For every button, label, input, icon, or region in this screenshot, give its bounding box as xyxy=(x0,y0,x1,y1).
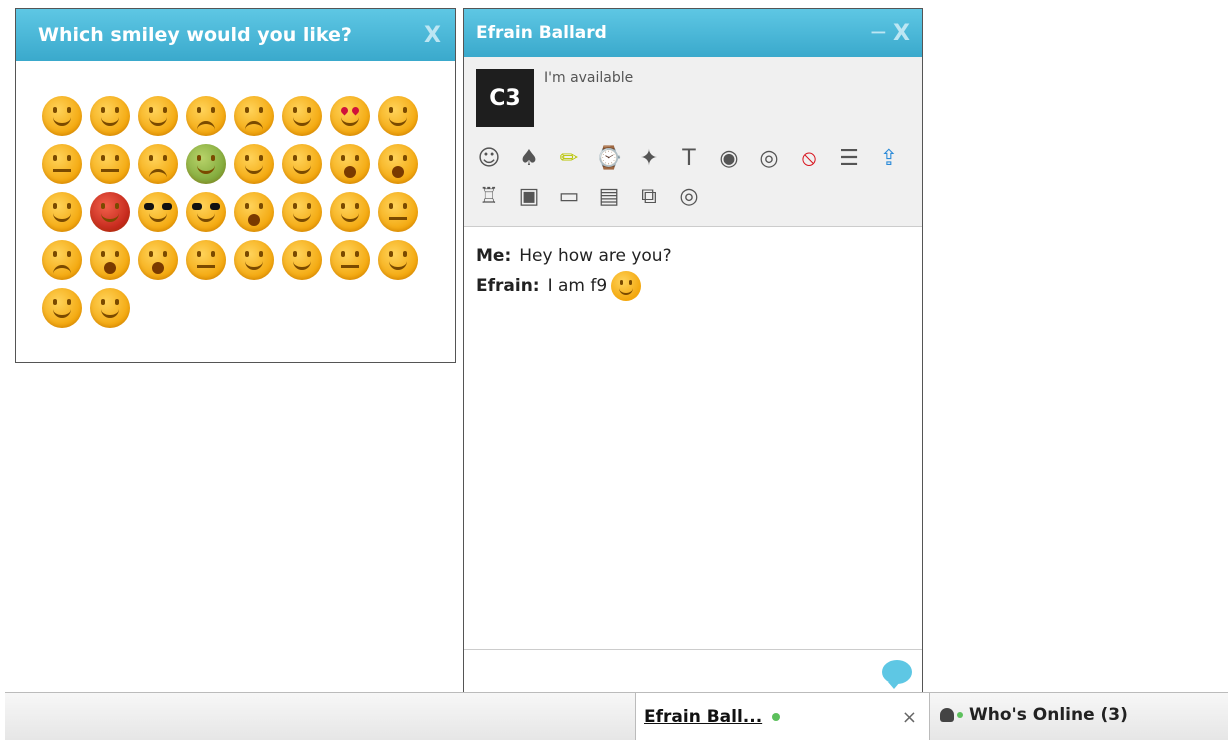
kiss-smiley-icon[interactable] xyxy=(378,96,418,136)
message-text: Hey how are you? xyxy=(519,246,672,266)
message-list: Me: Hey how are you? Efrain: I am f9 xyxy=(476,241,672,301)
happy-smiley-icon[interactable] xyxy=(282,192,322,232)
wink-smiley-icon[interactable] xyxy=(330,192,370,232)
avatar: C3 xyxy=(476,69,534,127)
chat-tab[interactable]: Efrain Ball... × xyxy=(635,693,930,740)
castle-icon[interactable]: ♖ xyxy=(474,181,504,211)
close-icon[interactable]: X xyxy=(424,23,441,48)
meh-smiley-icon[interactable] xyxy=(186,240,226,280)
send-bubble-icon[interactable] xyxy=(882,660,912,689)
bottom-bar: Efrain Ball... × Who's Online (3) xyxy=(5,692,1228,740)
whiteboard-icon[interactable]: ▤ xyxy=(594,181,624,211)
smiley-icon xyxy=(611,271,642,301)
chat-tab-label[interactable]: Efrain Ball... xyxy=(644,707,762,727)
message: Efrain: I am f9 xyxy=(476,271,672,301)
chat-window: Efrain Ballard ─ X C3 I'm available ☺ ♠ ✏ ⌚… xyxy=(463,8,923,696)
smile-smiley-icon[interactable] xyxy=(90,96,130,136)
message-input[interactable] xyxy=(464,649,922,695)
cool-smiley-icon[interactable] xyxy=(138,192,178,232)
smiley-picker-window: Which smiley would you like? X xyxy=(15,8,456,363)
message-sender: Efrain: xyxy=(476,276,540,296)
broadcast-icon[interactable]: ◎ xyxy=(674,181,704,211)
users-icon xyxy=(940,708,954,722)
whos-online-button[interactable]: Who's Online (3) xyxy=(940,705,1128,725)
close-icon[interactable]: X xyxy=(893,21,910,46)
clock-icon[interactable]: ⌚ xyxy=(594,143,624,173)
page: Which smiley would you like? X Efrain Ba… xyxy=(0,0,1228,740)
devil-smiley-icon[interactable] xyxy=(90,192,130,232)
smiley-icon[interactable]: ☺ xyxy=(474,143,504,173)
chat-title: Efrain Ballard xyxy=(476,23,607,43)
webcam-icon[interactable]: ◉ xyxy=(714,143,744,173)
text-format-icon[interactable]: T xyxy=(674,143,704,173)
smiley-picker-title: Which smiley would you like? xyxy=(38,24,352,46)
status-text: I'm available xyxy=(544,70,634,86)
whos-online-label: Who's Online (3) xyxy=(969,705,1128,725)
tongue-smiley-icon[interactable] xyxy=(282,240,322,280)
online-status-icon xyxy=(957,712,963,718)
sad-smiley-icon[interactable] xyxy=(186,96,226,136)
smile-smiley-icon[interactable] xyxy=(42,96,82,136)
laugh-smiley-icon[interactable] xyxy=(90,240,130,280)
worried-smiley-icon[interactable] xyxy=(42,240,82,280)
flat-smiley-icon[interactable] xyxy=(42,144,82,184)
message-sender: Me: xyxy=(476,246,512,266)
target-icon[interactable]: ◎ xyxy=(754,143,784,173)
evil-smiley-icon[interactable] xyxy=(90,288,130,328)
shocked-smiley-icon[interactable] xyxy=(378,144,418,184)
minimize-icon[interactable]: ─ xyxy=(872,21,885,46)
sleepy-smiley-icon[interactable] xyxy=(90,144,130,184)
dizzy-smiley-icon[interactable] xyxy=(378,240,418,280)
smiley-grid xyxy=(42,96,426,328)
close-icon[interactable]: × xyxy=(902,707,917,728)
blush-smiley-icon[interactable] xyxy=(42,288,82,328)
message-text: I am f9 xyxy=(547,276,608,296)
block-icon[interactable]: ⦸ xyxy=(794,143,824,173)
screen-icon[interactable]: ▭ xyxy=(554,181,584,211)
sweat-smiley-icon[interactable] xyxy=(234,240,274,280)
upload-icon[interactable]: ⇪ xyxy=(874,143,904,173)
message: Me: Hey how are you? xyxy=(476,241,672,271)
pencil-icon[interactable]: ✏ xyxy=(554,143,584,173)
smirk-smiley-icon[interactable] xyxy=(378,192,418,232)
cards-icon[interactable]: ♠ xyxy=(514,143,544,173)
online-status-icon xyxy=(772,713,781,721)
nerd-smiley-icon[interactable] xyxy=(186,192,226,232)
grin-smiley-icon[interactable] xyxy=(138,96,178,136)
cry-smiley-icon[interactable] xyxy=(234,96,274,136)
tongue-smiley-icon[interactable] xyxy=(282,96,322,136)
smiley-picker-titlebar: Which smiley would you like? X xyxy=(16,9,455,61)
documents-icon[interactable]: ⧉ xyxy=(634,181,664,211)
ooh-smiley-icon[interactable] xyxy=(138,240,178,280)
chat-toolbar: ☺ ♠ ✏ ⌚ ✦ T ◉ ◎ ⦸ ☰ ⇪ ♖ ▣ ▭ ▤ ⧉ ◎ xyxy=(474,143,904,211)
broom-icon[interactable]: ✦ xyxy=(634,143,664,173)
love-smiley-icon[interactable] xyxy=(330,96,370,136)
whistle-smiley-icon[interactable] xyxy=(234,192,274,232)
blush-smiley-icon[interactable] xyxy=(282,144,322,184)
zipped-smiley-icon[interactable] xyxy=(42,192,82,232)
angry-smiley-icon[interactable] xyxy=(234,144,274,184)
save-icon[interactable]: ▣ xyxy=(514,181,544,211)
chat-titlebar: Efrain Ballard ─ X xyxy=(464,9,922,57)
sick-smiley-icon[interactable] xyxy=(186,144,226,184)
confused-smiley-icon[interactable] xyxy=(138,144,178,184)
squint-smiley-icon[interactable] xyxy=(330,240,370,280)
notes-icon[interactable]: ☰ xyxy=(834,143,864,173)
surprised-smiley-icon[interactable] xyxy=(330,144,370,184)
chat-profile-area: C3 I'm available ☺ ♠ ✏ ⌚ ✦ T ◉ ◎ ⦸ ☰ ⇪ ♖ ▣ ▭ ▤ ⧉ ◎ xyxy=(464,57,922,227)
